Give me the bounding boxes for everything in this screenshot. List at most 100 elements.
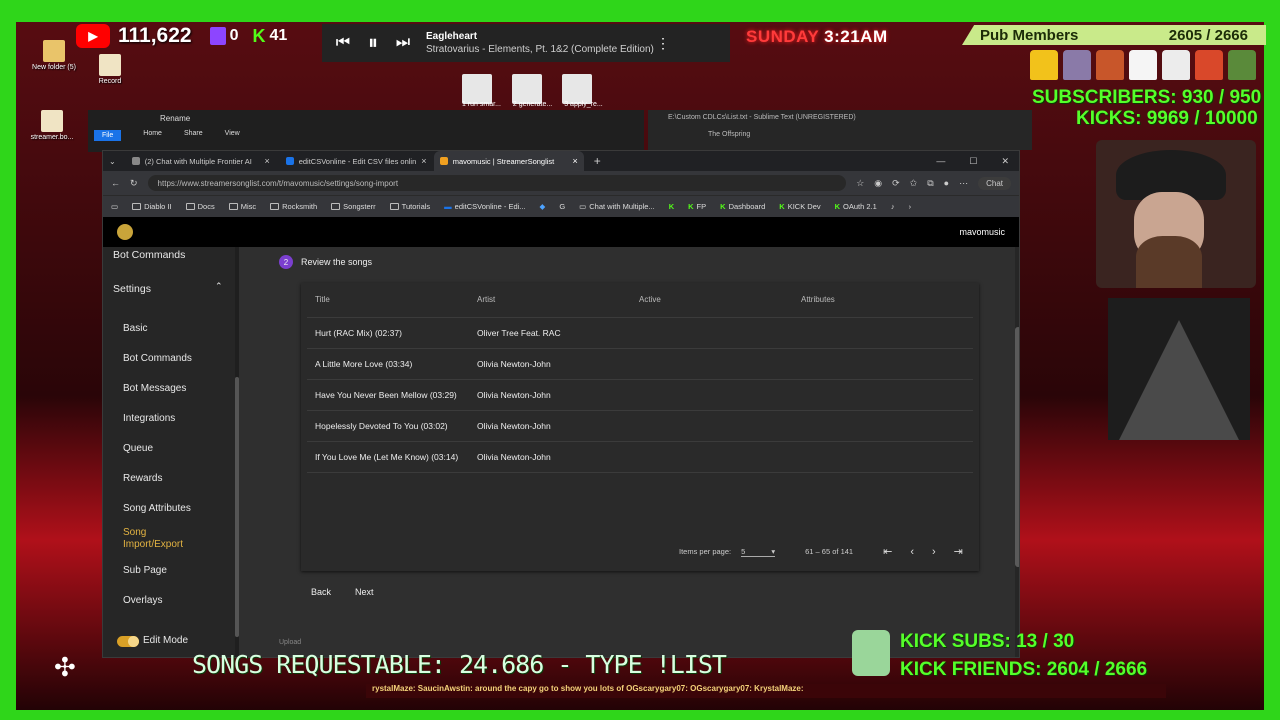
- bookmark-diablo[interactable]: Diablo II: [132, 202, 172, 211]
- desktop-icon-streamer-bot[interactable]: streamer.bo...: [26, 110, 78, 141]
- refresh-extension-icon[interactable]: ⟳: [892, 178, 900, 189]
- favorites-icon[interactable]: ✩: [910, 178, 918, 189]
- ribbon-share[interactable]: Share: [184, 130, 203, 141]
- bookmark-label: Diablo II: [144, 202, 172, 211]
- new-tab-icon[interactable]: +: [594, 154, 601, 168]
- bookmark-oauth[interactable]: K OAuth 2.1: [835, 202, 877, 211]
- extension-icon[interactable]: ◉: [874, 178, 882, 189]
- bookmark-dashboard[interactable]: K Dashboard: [720, 202, 765, 211]
- tab-chat[interactable]: (2) Chat with Multiple Frontier AI ×: [126, 151, 276, 171]
- next-button[interactable]: Next: [355, 587, 374, 597]
- bookmark-fp[interactable]: K FP: [688, 202, 706, 211]
- minimize-icon[interactable]: —: [936, 156, 945, 167]
- column-active[interactable]: Active: [631, 283, 793, 318]
- sidebar-item-bot-messages[interactable]: Bot Messages: [123, 383, 186, 394]
- song-artist: Olivia Newton-John: [469, 348, 631, 380]
- star-icon[interactable]: ☆: [856, 178, 864, 189]
- sidebar-item-rewards[interactable]: Rewards: [123, 473, 162, 484]
- column-title[interactable]: Title: [307, 283, 469, 318]
- sidebar-item-bot-commands-top[interactable]: Bot Commands: [113, 249, 185, 261]
- profile-icon[interactable]: ●: [944, 178, 949, 188]
- items-per-page-select[interactable]: 5 ▾: [741, 547, 776, 557]
- chat-icon: ▭: [579, 202, 587, 211]
- table-row[interactable]: Hurt (RAC Mix) (02:37) Oliver Tree Feat. …: [307, 317, 973, 349]
- desktop-icon-new-folder[interactable]: New folder (5): [28, 40, 80, 71]
- table-row[interactable]: Hopelessly Devoted To You (03:02) Olivia …: [307, 410, 973, 442]
- tab-streamersonglist[interactable]: mavomusic | StreamerSonglist ×: [433, 151, 584, 171]
- bookmark-editcsv[interactable]: ▬ editCSVonline - Edi...: [444, 202, 525, 211]
- sidebar-item-queue[interactable]: Queue: [123, 443, 153, 454]
- url-text: https://www.streamersonglist.com/t/mavom…: [157, 178, 399, 188]
- file-explorer-window[interactable]: Rename File Home Share View: [88, 110, 644, 152]
- reload-icon[interactable]: ↻: [130, 178, 138, 189]
- script-thumbnail[interactable]: [512, 74, 542, 104]
- pause-icon[interactable]: ⏸: [358, 28, 388, 58]
- edit-mode-toggle[interactable]: [117, 636, 139, 647]
- back-arrow-icon[interactable]: ←: [111, 178, 120, 188]
- table-row[interactable]: Have You Never Been Mellow (03:29) Olivia…: [307, 379, 973, 411]
- chevron-right-icon[interactable]: ›: [909, 202, 912, 211]
- table-row[interactable]: If You Love Me (Let Me Know) (03:14) Oliv…: [307, 441, 973, 473]
- last-page-icon[interactable]: ⇥: [954, 545, 963, 558]
- scrollbar-thumb[interactable]: [1015, 327, 1019, 567]
- sidebar-item-song-import-export[interactable]: Song Import/Export: [123, 527, 193, 551]
- previous-track-icon[interactable]: ⏮: [328, 28, 358, 58]
- ribbon-home[interactable]: Home: [143, 130, 162, 141]
- tab-editcsv[interactable]: editCSVonline - Edit CSV files onlin ×: [280, 151, 430, 171]
- bookmark-drive[interactable]: ◆: [540, 202, 546, 211]
- media-player: ⏮ ⏸ ⏭ Eagleheart Stratovarius - Elements…: [322, 24, 730, 62]
- close-icon[interactable]: ×: [421, 156, 426, 166]
- sidebar-item-overlays[interactable]: Overlays: [123, 595, 162, 606]
- more-icon[interactable]: ⋯: [959, 178, 968, 189]
- sidebar-item-basic[interactable]: Basic: [123, 323, 147, 334]
- sidebar-item-bot-commands[interactable]: Bot Commands: [123, 353, 192, 364]
- pub-members-bar: Pub Members 2605 / 2666: [962, 25, 1266, 45]
- close-window-icon[interactable]: ✕: [1001, 156, 1009, 167]
- shirt-icon: [1228, 50, 1256, 80]
- ribbon-file[interactable]: File: [94, 130, 122, 141]
- table-row[interactable]: A Little More Love (03:34) Olivia Newton-…: [307, 348, 973, 380]
- bookmark-google[interactable]: G: [559, 202, 565, 211]
- first-page-icon[interactable]: ⇤: [883, 545, 892, 558]
- bookmark-kick-dev[interactable]: K KICK Dev: [779, 202, 820, 211]
- bookmark-label: editCSVonline - Edi...: [454, 202, 526, 211]
- bookmark-icon[interactable]: ▭: [111, 202, 118, 211]
- column-attributes[interactable]: Attributes: [793, 283, 973, 318]
- sublime-text-window[interactable]: E:\Custom CDLCs\List.txt - Sublime Text …: [648, 110, 1032, 150]
- script-thumbnail[interactable]: [462, 74, 492, 104]
- bookmark-misc[interactable]: Misc: [228, 202, 256, 211]
- close-icon[interactable]: ×: [572, 156, 577, 166]
- bookmark-kick[interactable]: K: [669, 202, 674, 211]
- url-field[interactable]: https://www.streamersonglist.com/t/mavom…: [147, 175, 847, 191]
- app-logo[interactable]: [117, 224, 133, 240]
- previous-page-icon[interactable]: ‹: [910, 546, 914, 558]
- next-track-icon[interactable]: ⏭: [388, 28, 418, 58]
- ribbon-view[interactable]: View: [225, 130, 240, 141]
- collections-icon[interactable]: ⧉: [927, 178, 933, 189]
- more-vert-icon[interactable]: ⋮: [656, 35, 670, 52]
- sidebar-item-song-attributes[interactable]: Song Attributes: [123, 503, 191, 514]
- tab-search-icon[interactable]: ⌄: [109, 157, 116, 166]
- bookmark-tutorials[interactable]: Tutorials: [389, 202, 430, 211]
- maximize-icon[interactable]: ☐: [969, 156, 977, 167]
- bookmark-docs[interactable]: Docs: [185, 202, 215, 211]
- window-controls: — ☐ ✕: [936, 156, 1019, 167]
- sidebar-item-sub-page[interactable]: Sub Page: [123, 565, 167, 576]
- bookmark-songsterr[interactable]: Songsterr: [331, 202, 376, 211]
- column-artist[interactable]: Artist: [469, 283, 631, 318]
- script-thumbnail[interactable]: [562, 74, 592, 104]
- chevron-up-icon[interactable]: ⌃: [215, 281, 223, 292]
- bookmark-chat[interactable]: ▭ Chat with Multiple...: [579, 202, 655, 211]
- shirt-icon: [1129, 50, 1157, 80]
- tiktok-icon[interactable]: ♪: [891, 202, 895, 211]
- desktop-icon-record[interactable]: Record: [84, 54, 136, 85]
- back-button[interactable]: Back: [311, 587, 331, 597]
- next-page-icon[interactable]: ›: [932, 546, 936, 558]
- channel-name[interactable]: mavomusic: [959, 227, 1005, 237]
- sidebar-section-settings[interactable]: Settings: [113, 283, 151, 295]
- close-icon[interactable]: ×: [264, 156, 269, 166]
- sidebar-item-integrations[interactable]: Integrations: [123, 413, 175, 424]
- copilot-chat-button[interactable]: Chat: [978, 176, 1011, 190]
- main-scrollbar[interactable]: [1015, 247, 1019, 657]
- bookmark-rocksmith[interactable]: Rocksmith: [270, 202, 317, 211]
